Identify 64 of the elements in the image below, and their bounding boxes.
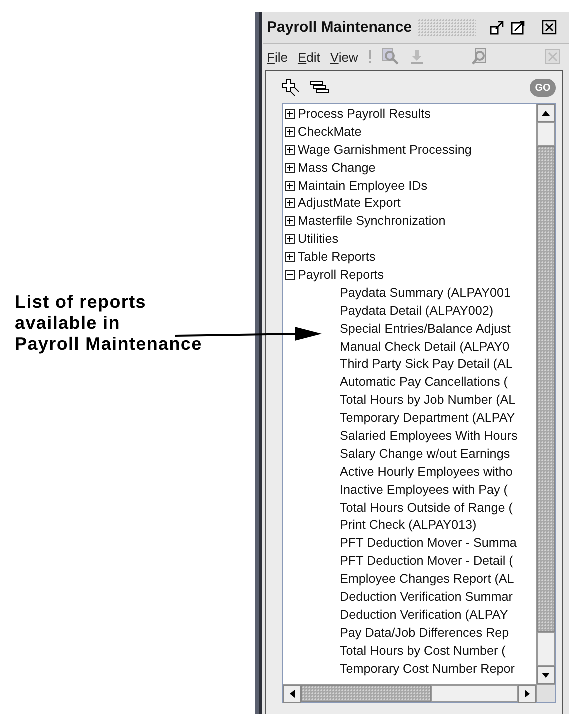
down-arrow-icon[interactable]: [542, 672, 550, 678]
menu-item[interactable]: Edit: [298, 50, 320, 64]
report-item[interactable]: Total Hours by Job Number (AL: [340, 393, 516, 408]
expand-icon[interactable]: [285, 252, 295, 262]
horizontal-scrollbar[interactable]: [283, 684, 536, 702]
expand-icon[interactable]: [285, 144, 295, 155]
report-item[interactable]: Pay Data/Job Differences Rep: [340, 626, 510, 640]
report-item[interactable]: Print Check (ALPAY013): [340, 518, 477, 532]
report-item[interactable]: Inactive Employees with Pay (: [340, 482, 508, 497]
report-item[interactable]: Active Hourly Employees witho: [340, 464, 513, 479]
expand-icon[interactable]: [285, 126, 295, 137]
expand-icon[interactable]: [285, 198, 295, 208]
tree-item[interactable]: Process Payroll Results: [298, 106, 431, 121]
list-icon[interactable]: [310, 81, 330, 95]
report-item[interactable]: Salary Change w/out Earnings: [340, 446, 510, 461]
right-arrow-icon[interactable]: [524, 690, 530, 698]
collapse-icon[interactable]: [285, 270, 295, 280]
vertical-scrollbar[interactable]: [536, 104, 555, 684]
report-item[interactable]: Deduction Verification (ALPAY: [340, 608, 508, 622]
scroll-thumb[interactable]: [301, 685, 431, 702]
expand-icon[interactable]: [285, 162, 295, 173]
maximize-icon[interactable]: [511, 20, 526, 35]
tree-item[interactable]: Table Reports: [298, 250, 376, 264]
tree-item[interactable]: Utilities: [298, 232, 339, 246]
callout-text: Payroll Maintenance: [15, 334, 202, 355]
report-item[interactable]: Salaried Employees With Hours: [340, 428, 518, 443]
menu-item[interactable]: View: [330, 50, 358, 64]
report-item[interactable]: PFT Deduction Mover - Summa: [340, 536, 517, 550]
undock-icon[interactable]: [490, 20, 506, 35]
up-arrow-icon[interactable]: [542, 110, 550, 116]
report-item[interactable]: Special Entries/Balance Adjust: [340, 322, 511, 336]
report-item[interactable]: Automatic Pay Cancellations (: [340, 375, 508, 390]
expand-icon[interactable]: [285, 234, 295, 244]
tree-item[interactable]: Masterfile Synchronization: [298, 214, 446, 228]
add-icon[interactable]: [282, 79, 300, 97]
close-icon[interactable]: [542, 20, 558, 35]
tree-item[interactable]: Wage Garnishment Processing: [298, 142, 472, 157]
window-title: Payroll Maintenance: [267, 19, 412, 36]
scrollbar-corner: [536, 684, 555, 702]
tree-item[interactable]: Maintain Employee IDs: [298, 178, 428, 192]
tree-item[interactable]: Mass Change: [298, 160, 376, 175]
report-item[interactable]: PFT Deduction Mover - Detail (: [340, 554, 514, 568]
report-item[interactable]: Third Party Sick Pay Detail (AL: [340, 357, 513, 372]
expand-icon[interactable]: [285, 180, 295, 190]
callout-text: available in: [15, 313, 120, 334]
tree-item[interactable]: CheckMate: [298, 124, 362, 139]
report-item[interactable]: Temporary Department (ALPAY: [340, 411, 516, 426]
report-item[interactable]: Total Hours by Cost Number (: [340, 644, 506, 658]
title-grip: [418, 18, 476, 36]
expand-icon[interactable]: [285, 108, 295, 119]
report-item[interactable]: Paydata Detail (ALPAY002): [340, 304, 494, 318]
callout-text: List of reports: [15, 292, 147, 313]
tree-item[interactable]: AdjustMate Export: [298, 196, 401, 210]
scroll-thumb[interactable]: [537, 122, 555, 146]
report-item[interactable]: Temporary Cost Number Repor: [340, 662, 515, 676]
report-item[interactable]: Employee Changes Report (AL: [340, 572, 514, 586]
tree-item[interactable]: Payroll Reports: [298, 268, 384, 282]
report-item[interactable]: Manual Check Detail (ALPAY0: [340, 340, 510, 354]
report-item[interactable]: Deduction Verification Summar: [340, 590, 513, 604]
report-item[interactable]: Paydata Summary (ALPAY001: [340, 286, 512, 300]
expand-icon[interactable]: [285, 216, 295, 226]
report-item[interactable]: Total Hours Outside of Range (: [340, 500, 513, 515]
menu-item[interactable]: File: [267, 50, 288, 64]
left-arrow-icon[interactable]: [290, 690, 294, 698]
